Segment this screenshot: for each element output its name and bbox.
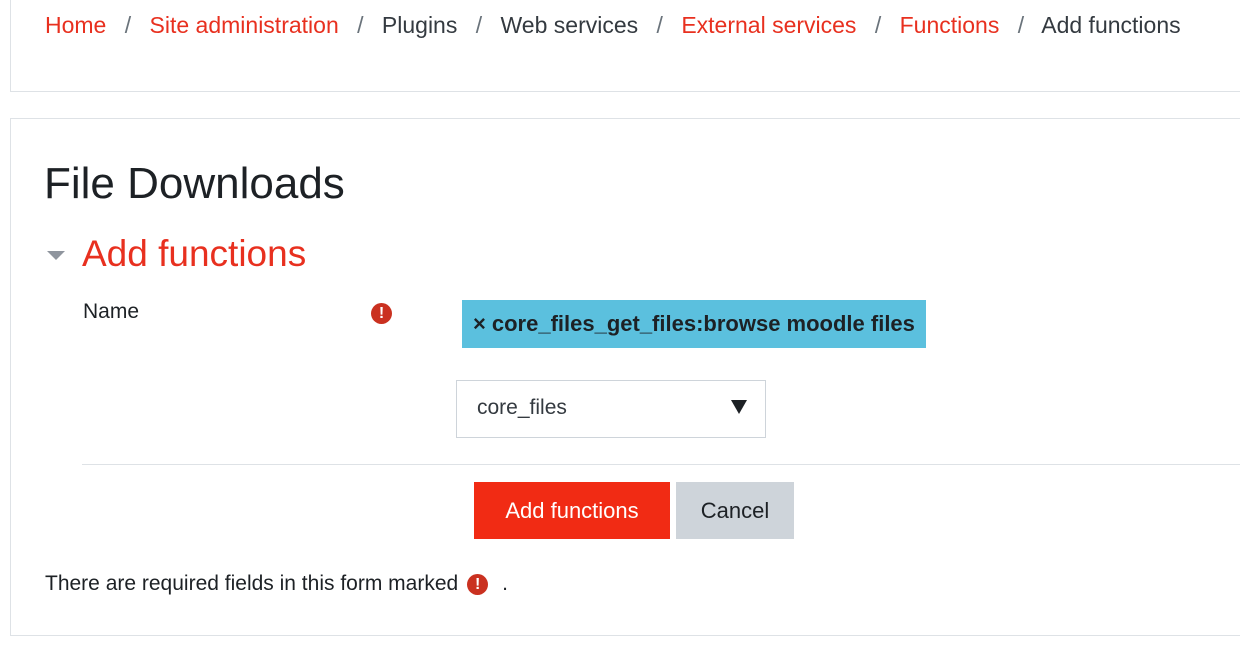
- breadcrumb-home[interactable]: Home: [45, 12, 106, 38]
- required-fields-period: .: [502, 572, 509, 595]
- breadcrumb-card: Home / Site administration / Plugins / W…: [10, 0, 1240, 92]
- selected-function-label: core_files_get_files:browse moodle files: [491, 311, 915, 336]
- remove-icon[interactable]: ×: [473, 311, 486, 336]
- required-icon: !: [371, 303, 392, 324]
- add-functions-button[interactable]: Add functions: [474, 482, 670, 539]
- form-card: File Downloads Add functions Name ! × cor…: [10, 118, 1240, 636]
- breadcrumb-separator: /: [357, 12, 364, 38]
- selected-function-tag[interactable]: × core_files_get_files:browse moodle file…: [462, 300, 926, 348]
- page-title: File Downloads: [44, 159, 345, 208]
- breadcrumb-external-services[interactable]: External services: [681, 12, 856, 38]
- cancel-button[interactable]: Cancel: [676, 482, 794, 539]
- breadcrumb-site-administration[interactable]: Site administration: [150, 12, 339, 38]
- breadcrumb-separator: /: [475, 12, 483, 38]
- dropdown-arrow-icon: [731, 400, 747, 414]
- divider: [82, 464, 1240, 465]
- breadcrumb-separator: /: [124, 12, 132, 38]
- breadcrumb-separator: /: [1017, 12, 1025, 38]
- function-select-value: core_files: [477, 396, 567, 419]
- section-title: Add functions: [82, 233, 307, 274]
- breadcrumb-functions[interactable]: Functions: [900, 12, 1000, 38]
- breadcrumb-web-services: Web services: [500, 12, 639, 38]
- breadcrumb-add-functions: Add functions: [1041, 12, 1181, 38]
- section-toggle-add-functions[interactable]: Add functions: [47, 230, 306, 278]
- required-fields-note: There are required fields in this form m…: [45, 572, 508, 596]
- caret-down-icon: [47, 250, 65, 260]
- required-icon: !: [467, 573, 489, 595]
- breadcrumb-plugins: Plugins: [381, 12, 458, 38]
- breadcrumb-separator: /: [656, 12, 663, 38]
- required-fields-text: There are required fields in this form m…: [45, 572, 459, 595]
- breadcrumb-separator: /: [874, 12, 882, 38]
- breadcrumb: Home / Site administration / Plugins / W…: [45, 10, 1181, 40]
- name-label: Name: [83, 300, 140, 323]
- function-select[interactable]: core_files: [456, 380, 766, 438]
